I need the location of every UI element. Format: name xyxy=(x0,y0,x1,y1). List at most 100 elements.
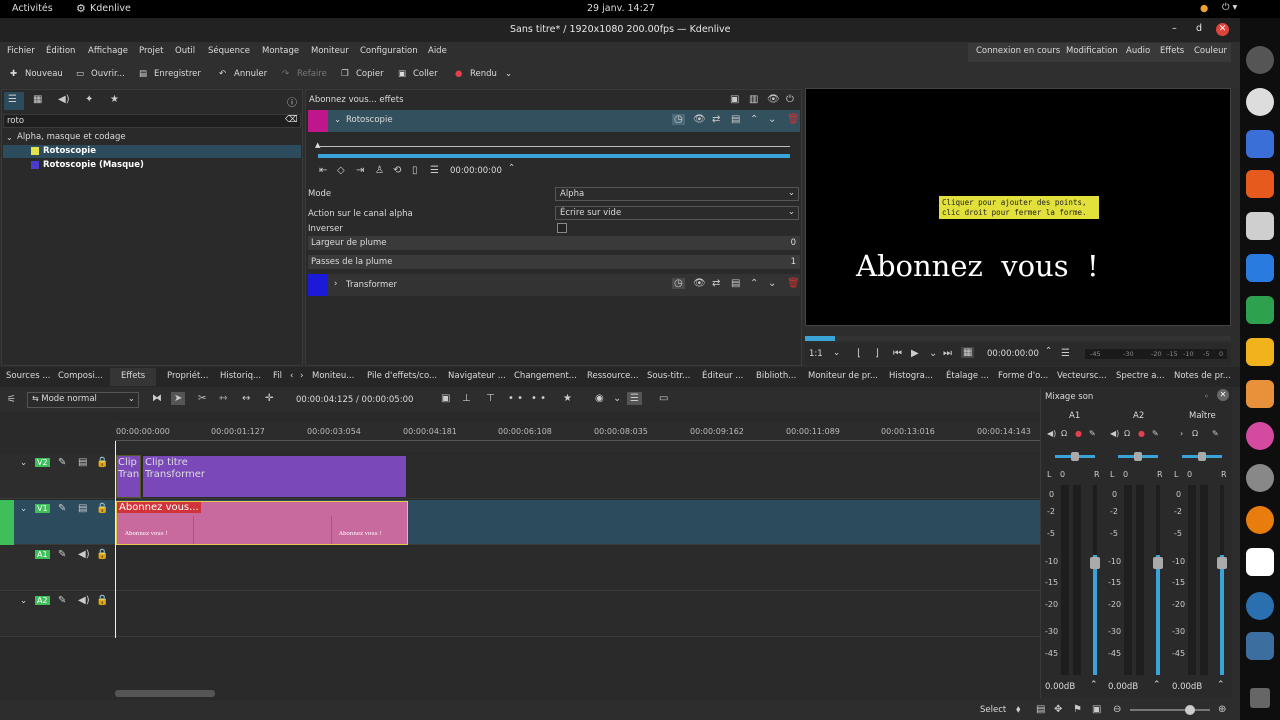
keyframe-copy-icon[interactable]: ▯ xyxy=(412,165,418,176)
activities-button[interactable]: Activités xyxy=(12,3,53,14)
gimp-icon[interactable] xyxy=(1246,464,1274,492)
tab-moniteur-projet[interactable]: Moniteur de pr... xyxy=(808,371,878,381)
record-dropdown-icon[interactable]: ⌄ xyxy=(613,393,621,404)
mute-icon[interactable]: ◀) xyxy=(78,549,90,560)
save-icon[interactable]: ▤ xyxy=(139,69,147,79)
render-dropdown-icon[interactable]: ⌄ xyxy=(505,69,512,79)
maximize-button[interactable]: d xyxy=(1196,23,1202,34)
audio-effects-icon[interactable]: ◀) xyxy=(58,94,70,105)
mixer-close-icon[interactable]: ✕ xyxy=(1217,389,1229,401)
keyframe-timecode[interactable]: 00:00:00:00 xyxy=(450,166,502,176)
track-label[interactable]: V2 xyxy=(35,458,50,467)
playhead[interactable] xyxy=(115,441,116,638)
effect-compare-icon[interactable]: ⇄ xyxy=(712,114,720,125)
paste-button[interactable]: Coller xyxy=(413,69,438,79)
volume-fader[interactable] xyxy=(1220,485,1224,675)
new-button[interactable]: Nouveau xyxy=(25,69,63,79)
edit-mode-icon[interactable]: ▦ xyxy=(961,347,975,358)
set-in-icon[interactable]: ⌊ xyxy=(857,348,861,359)
clip-title-transform-b[interactable]: Clip titre Transformer xyxy=(142,455,407,498)
timeline-settings-icon[interactable]: ⚟ xyxy=(7,394,16,405)
monitor-menu-icon[interactable]: ☰ xyxy=(1061,348,1070,359)
effect-eye-icon[interactable]: 👁 xyxy=(693,114,706,125)
mixer-float-icon[interactable]: ◦ xyxy=(1204,392,1209,401)
monitor-ruler[interactable] xyxy=(805,336,1231,341)
track-lane-a2[interactable] xyxy=(115,592,1040,637)
expand-icon[interactable]: › xyxy=(1180,429,1183,438)
record-icon[interactable]: ◉ xyxy=(595,393,604,404)
keyframe-user-icon[interactable]: ♙ xyxy=(375,165,384,176)
krita-icon[interactable] xyxy=(1246,422,1274,450)
move-up-icon[interactable]: ⌃ xyxy=(750,278,758,289)
effects-icon[interactable]: ✎ xyxy=(58,457,66,468)
effect-rotoscopie-header[interactable]: ⌄ Rotoscopie ◷ 👁 ⇄ ▤ ⌃ ⌄ 🗑 xyxy=(308,110,800,132)
copy-button[interactable]: Copier xyxy=(356,69,384,79)
edit-mode-select[interactable]: ⇆ Mode normal ⌄ xyxy=(27,392,139,408)
zoom-in-icon[interactable]: ⊕ xyxy=(1218,704,1226,715)
volume-fader[interactable] xyxy=(1093,485,1097,675)
expand-chevron-icon[interactable]: › xyxy=(334,279,337,289)
app-grid-icon[interactable] xyxy=(1250,688,1270,708)
lock-icon[interactable]: 🔒 xyxy=(96,549,108,560)
render-icon[interactable]: ● xyxy=(455,69,462,79)
new-icon[interactable]: ✚ xyxy=(10,69,17,79)
timecode-stepper[interactable]: ⌃ xyxy=(1045,346,1052,356)
extract-icon[interactable]: • • xyxy=(531,393,546,404)
open-button[interactable]: Ouvrir... xyxy=(91,69,125,79)
track-header-v2[interactable]: ⌄ V2 ✎ ▤ 🔒 xyxy=(0,454,115,499)
web-browser-icon[interactable] xyxy=(1246,592,1274,620)
tab-effets[interactable]: Effets xyxy=(121,371,145,381)
mute-icon[interactable]: ◀) xyxy=(1047,429,1056,438)
timecode-stepper[interactable]: ⌃ xyxy=(508,163,515,173)
solo-icon[interactable]: Ω xyxy=(1124,429,1130,438)
monitor-timecode[interactable]: 00:00:00:00 xyxy=(987,349,1039,359)
system-menu-icon[interactable]: ⏻ ▾ xyxy=(1222,2,1237,13)
snap-icon[interactable]: ☰ xyxy=(627,392,642,405)
delete-effect-icon[interactable]: 🗑 xyxy=(787,114,800,125)
mute-icon[interactable]: ◀) xyxy=(78,595,90,606)
delete-effect-icon[interactable]: 🗑 xyxy=(787,278,800,289)
menu-outil[interactable]: Outil xyxy=(175,46,195,56)
track-label[interactable]: A2 xyxy=(35,596,50,605)
collapse-chevron-icon[interactable]: ⌄ xyxy=(334,115,341,125)
invert-checkbox[interactable] xyxy=(557,223,567,233)
eye-of-gnome-icon[interactable] xyxy=(1246,88,1274,116)
workspace-connexion[interactable]: Connexion en cours xyxy=(976,46,1060,56)
track-header-a1[interactable]: A1 ✎ ◀) 🔒 xyxy=(0,546,115,591)
split-audio-icon[interactable]: ⊥ xyxy=(462,393,471,404)
clip-abonnez-vous[interactable]: Abonnez vous... Abonnez vous ! Abonnez v… xyxy=(116,501,408,545)
db-stepper[interactable]: ⌃ xyxy=(1090,680,1098,690)
workspace-audio[interactable]: Audio xyxy=(1126,46,1150,56)
forward-icon[interactable]: ⏭ xyxy=(943,348,952,359)
paste-icon[interactable]: ▣ xyxy=(398,69,406,79)
zoom-slider[interactable] xyxy=(1130,709,1210,711)
favorites-icon[interactable]: ★ xyxy=(110,94,119,105)
tab-historique[interactable]: Historiq... xyxy=(220,371,261,381)
keyframe-sync-icon[interactable]: ⟲ xyxy=(393,165,401,176)
zoom-select[interactable]: 1:1 xyxy=(809,349,823,359)
db-stepper[interactable]: ⌃ xyxy=(1153,680,1161,690)
volume-db[interactable]: 0.00dB xyxy=(1172,682,1202,692)
software-center-icon[interactable] xyxy=(1246,170,1274,198)
audio-thumb-icon[interactable]: ▣ xyxy=(1092,704,1101,715)
effect-item-rotoscopie-masque[interactable]: Rotoscopie (Masque) xyxy=(3,159,301,172)
inkscape-icon[interactable] xyxy=(1246,548,1274,576)
category-chevron-icon[interactable]: ⌄ xyxy=(6,133,13,142)
menu-montage[interactable]: Montage xyxy=(262,46,299,56)
effects-category[interactable]: Alpha, masque et codage xyxy=(17,132,126,142)
collapse-track-icon[interactable]: ⌄ xyxy=(20,504,27,514)
tab-notes[interactable]: Notes de pr... xyxy=(1174,371,1231,381)
menu-projet[interactable]: Projet xyxy=(139,46,163,56)
solo-icon[interactable]: Ω xyxy=(1192,429,1198,438)
close-button[interactable]: ✕ xyxy=(1216,23,1229,36)
effects-icon[interactable]: ✎ xyxy=(1152,429,1159,438)
zoom-out-icon[interactable]: ⊖ xyxy=(1113,704,1121,715)
track-header-v1[interactable]: ⌄ V1 ✎ ▤ 🔒 xyxy=(0,500,115,545)
feather-passes-slider[interactable]: Passes de la plume 1 xyxy=(308,255,800,269)
mute-icon[interactable]: ◀) xyxy=(1110,429,1119,438)
menu-configuration[interactable]: Configuration xyxy=(360,46,418,56)
copy-icon[interactable]: ❐ xyxy=(341,69,349,79)
menu-edition[interactable]: Édition xyxy=(46,46,75,56)
lock-icon[interactable]: 🔒 xyxy=(96,457,108,468)
favorite-effect-icon[interactable]: ★ xyxy=(563,393,572,404)
